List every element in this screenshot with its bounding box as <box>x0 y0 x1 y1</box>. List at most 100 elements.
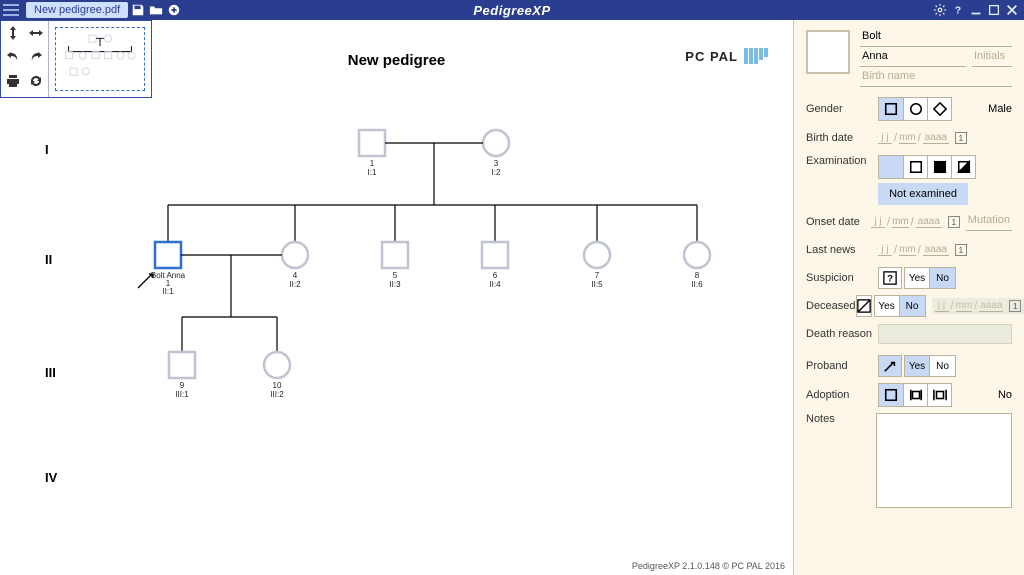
exam-label: Examination <box>806 155 878 167</box>
gender-female-icon[interactable] <box>903 98 927 120</box>
birthname-field[interactable]: Birth name <box>860 70 1012 87</box>
notes-field[interactable] <box>876 413 1012 508</box>
minimize-icon[interactable] <box>968 2 984 18</box>
exam-segmented[interactable] <box>878 155 976 179</box>
proband-icon[interactable] <box>878 355 902 377</box>
proband-no[interactable]: No <box>930 355 956 377</box>
titlebar: New pedigree.pdf PedigreeXP ? <box>0 0 1024 20</box>
svg-text:9: 9 <box>180 381 185 390</box>
save-icon[interactable] <box>130 2 146 18</box>
node-iii2[interactable] <box>264 352 290 378</box>
deceased-label: Deceased <box>806 300 856 312</box>
exam-none-icon[interactable] <box>879 156 903 178</box>
exam-half-icon[interactable] <box>951 156 975 178</box>
calendar-icon[interactable]: 1 <box>948 216 960 228</box>
birth-label: Birth date <box>806 132 878 144</box>
adoption-value: No <box>998 389 1012 401</box>
suspicion-yn[interactable]: Yes No <box>904 267 956 289</box>
redo-icon[interactable] <box>25 45 49 69</box>
svg-text:?: ? <box>887 274 893 285</box>
svg-text:5: 5 <box>393 271 398 280</box>
gender-label: Gender <box>806 103 878 115</box>
node-ii3[interactable] <box>382 242 408 268</box>
onset-label: Onset date <box>806 216 871 228</box>
exam-outline-icon[interactable] <box>903 156 927 178</box>
menu-icon[interactable] <box>2 3 20 17</box>
svg-text:I:1: I:1 <box>368 168 377 177</box>
calendar-icon[interactable]: 1 <box>955 244 967 256</box>
toolbox <box>0 20 152 98</box>
gender-value: Male <box>988 103 1012 115</box>
calendar-icon[interactable]: 1 <box>955 132 967 144</box>
node-i1[interactable] <box>359 130 385 156</box>
gender-male-icon[interactable] <box>879 98 903 120</box>
adoption-segmented[interactable] <box>878 383 952 407</box>
proband-label: Proband <box>806 360 878 372</box>
notes-label: Notes <box>806 413 876 425</box>
deceased-icon[interactable] <box>856 295 872 317</box>
svg-text:10: 10 <box>273 381 282 390</box>
adoption-label: Adoption <box>806 389 878 401</box>
proband-yes[interactable]: Yes <box>904 355 930 377</box>
svg-text:3: 3 <box>494 159 499 168</box>
file-tab[interactable]: New pedigree.pdf <box>26 2 128 18</box>
gender-segmented[interactable] <box>878 97 952 121</box>
pedigree-tree[interactable]: 1 I:1 3 I:2 Bolt Anna 1 II:1 4 II:2 5 II… <box>15 90 775 520</box>
proband-yn[interactable]: Yes No <box>904 355 956 377</box>
arrow-h-icon[interactable] <box>25 21 49 45</box>
suspicion-yes[interactable]: Yes <box>904 267 930 289</box>
svg-text:II:4: II:4 <box>489 280 501 289</box>
svg-text:II:3: II:3 <box>389 280 401 289</box>
node-i2[interactable] <box>483 130 509 156</box>
exam-status: Not examined <box>878 183 968 205</box>
suspicion-no[interactable]: No <box>930 267 956 289</box>
suspicion-label: Suspicion <box>806 272 878 284</box>
svg-text:8: 8 <box>695 271 700 280</box>
open-icon[interactable] <box>148 2 164 18</box>
lastnews-date-input[interactable]: j j/ mm/ aaaa 1 <box>878 244 967 256</box>
svg-text:II:6: II:6 <box>691 280 703 289</box>
node-ii5[interactable] <box>584 242 610 268</box>
close-icon[interactable] <box>1004 2 1020 18</box>
svg-text:III:1: III:1 <box>175 390 189 399</box>
node-ii4[interactable] <box>482 242 508 268</box>
adoption-in-icon[interactable] <box>903 384 927 406</box>
arrow-v-icon[interactable] <box>1 21 25 45</box>
details-panel: Bolt Anna Initials Birth name Gender Mal… <box>794 20 1024 575</box>
deathreason-label: Death reason <box>806 328 878 340</box>
app-title: PedigreeXP <box>473 3 550 18</box>
settings-icon[interactable] <box>932 2 948 18</box>
thumbnail[interactable] <box>55 27 145 91</box>
initials-field[interactable]: Initials <box>972 50 1012 67</box>
node-iii1[interactable] <box>169 352 195 378</box>
deceased-yn[interactable]: Yes No <box>874 295 926 317</box>
calendar-icon: 1 <box>1009 300 1021 312</box>
svg-text:II:1: II:1 <box>162 287 174 296</box>
deceased-no[interactable]: No <box>900 295 926 317</box>
footer-text: PedigreeXP 2.1.0.148 © PC PAL 2016 <box>632 561 785 571</box>
svg-text:II:5: II:5 <box>591 280 603 289</box>
undo-icon[interactable] <box>1 45 25 69</box>
birth-date-input[interactable]: j j/ mm/ aaaa 1 <box>878 132 967 144</box>
deceased-yes[interactable]: Yes <box>874 295 900 317</box>
canvas-area[interactable]: New pedigree PC PAL I II III IV 1 I:1 3 … <box>0 20 794 575</box>
onset-date-input[interactable]: j j/ mm/ aaaa 1 <box>871 216 960 228</box>
node-ii2[interactable] <box>282 242 308 268</box>
mutation-field[interactable]: Mutation <box>966 214 1012 231</box>
pedigree-title: New pedigree <box>348 52 446 69</box>
suspicion-icon[interactable]: ? <box>878 267 902 289</box>
gender-unknown-icon[interactable] <box>927 98 951 120</box>
svg-text:I:2: I:2 <box>492 168 501 177</box>
adoption-none-icon[interactable] <box>879 384 903 406</box>
avatar[interactable] <box>806 30 850 74</box>
surname-field[interactable]: Bolt <box>860 30 1012 47</box>
adoption-out-icon[interactable] <box>927 384 951 406</box>
node-ii6[interactable] <box>684 242 710 268</box>
given-field[interactable]: Anna <box>860 50 966 67</box>
help-icon[interactable]: ? <box>950 2 966 18</box>
maximize-icon[interactable] <box>986 2 1002 18</box>
new-icon[interactable] <box>166 2 182 18</box>
node-ii1-selected[interactable] <box>155 242 181 268</box>
exam-fill-icon[interactable] <box>927 156 951 178</box>
svg-text:III:2: III:2 <box>270 390 284 399</box>
